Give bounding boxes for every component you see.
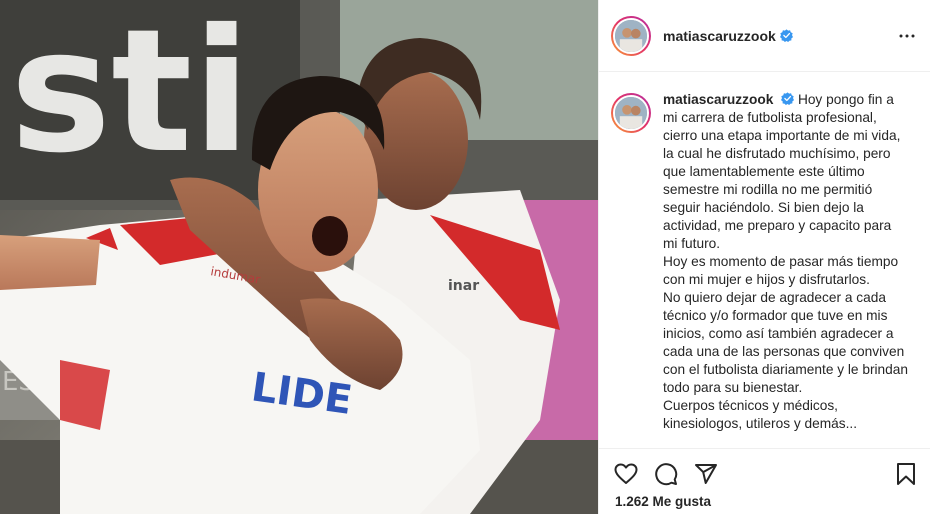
- avatar[interactable]: [611, 15, 651, 56]
- heart-icon[interactable]: [613, 461, 639, 487]
- caption-paragraph-1: Hoy pongo fin a mi carrera de futbolista…: [663, 92, 901, 251]
- share-icon[interactable]: [693, 461, 719, 487]
- post-photo[interactable]: sti ESPORTES inar L: [0, 0, 598, 514]
- football-players-photo: sti ESPORTES inar L: [0, 0, 598, 514]
- caption-paragraph-3: No quiero dejar de agradecer a cada técn…: [663, 290, 908, 395]
- comment-icon[interactable]: [653, 461, 679, 487]
- caption-verified-badge-icon: [781, 92, 795, 105]
- post-details-panel: matiascaruzzook matiascaruzzook Hoy pong…: [598, 0, 930, 514]
- header-username[interactable]: matiascaruzzook: [663, 28, 776, 44]
- bookmark-icon[interactable]: [893, 461, 919, 487]
- background-sign-text: sti: [10, 0, 251, 191]
- post-header: matiascaruzzook: [599, 0, 930, 72]
- sleeve-brand-text: inar: [448, 278, 479, 294]
- likes-count[interactable]: 1.262 Me gusta: [615, 494, 711, 509]
- comments-area[interactable]: matiascaruzzook Hoy pongo fin a mi carre…: [599, 73, 930, 448]
- caption: matiascaruzzook Hoy pongo fin a mi carre…: [611, 91, 919, 433]
- action-bar: [599, 448, 930, 498]
- more-options-icon[interactable]: [897, 26, 917, 46]
- verified-badge-icon: [779, 29, 793, 42]
- caption-paragraph-4: Cuerpos técnicos y médicos, kinesiologos…: [663, 398, 857, 431]
- caption-avatar[interactable]: [611, 93, 651, 133]
- caption-text: matiascaruzzook Hoy pongo fin a mi carre…: [663, 91, 908, 433]
- caption-paragraph-2: Hoy es momento de pasar más tiempo con m…: [663, 254, 899, 287]
- instagram-post: sti ESPORTES inar L: [0, 0, 930, 514]
- caption-username[interactable]: matiascaruzzook: [663, 92, 773, 107]
